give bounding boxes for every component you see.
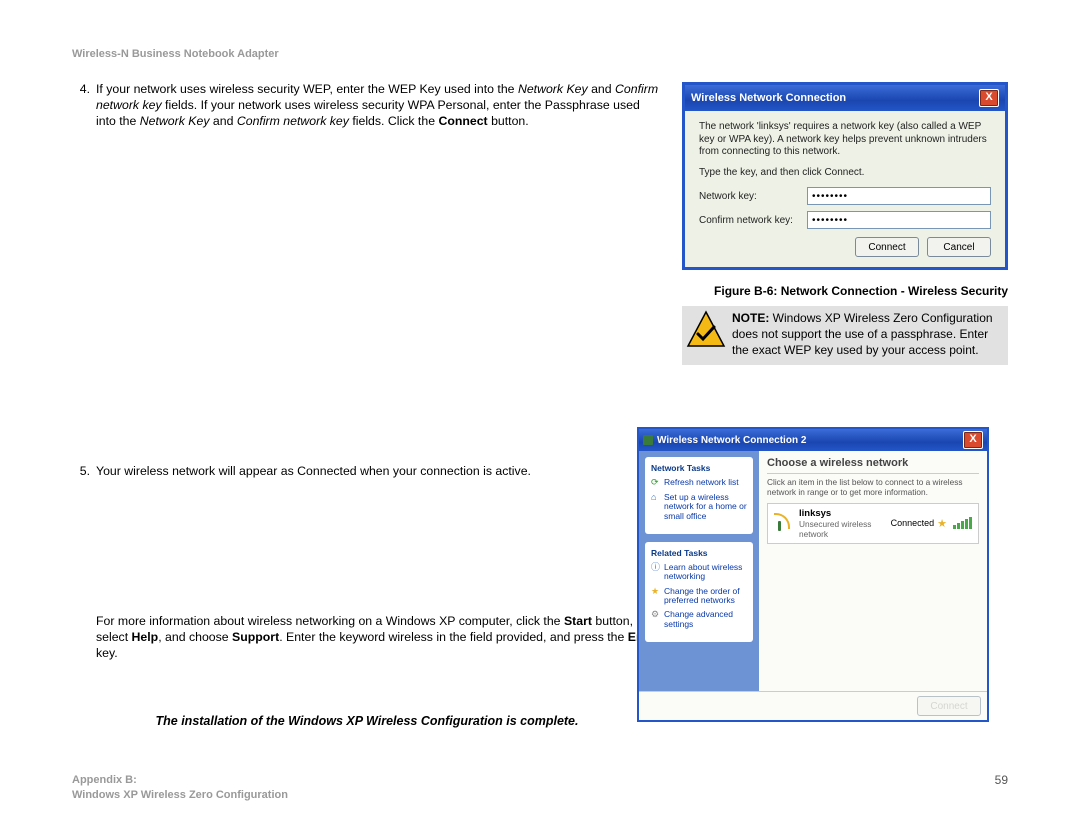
text: For more information about wireless netw…: [96, 614, 564, 628]
dialog-choose-network: Wireless Network Connection 2 X Network …: [637, 427, 989, 722]
text: and: [588, 82, 615, 96]
signal-bars-icon: [953, 517, 972, 529]
main-instruction: Click an item in the list below to conne…: [767, 478, 979, 498]
step-4: 4. If your network uses wireless securit…: [72, 82, 662, 130]
page-footer: Appendix B: Windows XP Wireless Zero Con…: [72, 773, 1008, 802]
connect-button[interactable]: Connect: [855, 237, 919, 257]
main-pane: Choose a wireless network Click an item …: [759, 451, 987, 691]
network-status: Connected ★: [891, 517, 972, 530]
text: . Enter the keyword wireless in the fiel…: [279, 630, 628, 644]
task-advanced[interactable]: ⚙Change advanced settings: [651, 610, 747, 629]
footer-section: Windows XP Wireless Zero Configuration: [72, 789, 288, 801]
task-label: Learn about wireless networking: [664, 563, 747, 582]
dialog-text: Type the key, and then click Connect.: [699, 167, 991, 180]
text: If your network uses wireless security W…: [96, 82, 518, 96]
step-4-num: 4.: [72, 82, 96, 130]
figure-caption: Figure B-6: Network Connection - Wireles…: [682, 284, 1008, 298]
dialog-text: The network 'linksys' requires a network…: [699, 121, 991, 159]
network-subtext: Unsecured wireless network: [799, 519, 891, 539]
network-key-label: Network key:: [699, 191, 807, 202]
dialog-title: Wireless Network Connection: [691, 92, 846, 104]
task-label: Change advanced settings: [664, 610, 747, 629]
star-icon: ★: [651, 587, 661, 597]
step-5-num: 5.: [72, 464, 96, 480]
running-head: Wireless-N Business Notebook Adapter: [72, 48, 1008, 60]
network-name: linksys: [799, 508, 891, 519]
checkmark-warning-icon: [686, 310, 726, 350]
footer-appendix: Appendix B:: [72, 774, 137, 786]
cancel-button[interactable]: Cancel: [927, 237, 991, 257]
text: fields. Click the: [349, 114, 439, 128]
step-5-text: Your wireless network will appear as Con…: [96, 464, 531, 480]
text-bold: Support: [232, 630, 279, 644]
text-bold: Start: [564, 614, 592, 628]
task-label: Set up a wireless network for a home or …: [664, 493, 747, 521]
wireless-signal-icon: [774, 513, 794, 533]
right-column: Wireless Network Connection X The networ…: [682, 82, 1008, 365]
text-italic: Network Key: [140, 114, 210, 128]
dialog-titlebar: Wireless Network Connection 2 X: [639, 429, 987, 451]
text-italic: Network Key: [518, 82, 588, 96]
note-text: Windows XP Wireless Zero Configuration d…: [732, 311, 993, 357]
note-box: NOTE: Windows XP Wireless Zero Configura…: [682, 306, 1008, 365]
sidebar-heading-network-tasks: Network Tasks: [651, 463, 747, 473]
task-learn[interactable]: ⓘLearn about wireless networking: [651, 563, 747, 582]
network-key-input[interactable]: [807, 187, 991, 205]
close-icon[interactable]: X: [963, 431, 983, 449]
confirm-key-input[interactable]: [807, 211, 991, 229]
text: and: [209, 114, 236, 128]
left-column: 4. If your network uses wireless securit…: [72, 82, 682, 728]
more-info: For more information about wireless netw…: [72, 614, 662, 662]
star-icon: ★: [937, 517, 947, 530]
confirm-key-label: Confirm network key:: [699, 215, 807, 226]
status-text: Connected: [891, 518, 935, 528]
network-setup-icon: ⌂: [651, 493, 661, 503]
task-setup-network[interactable]: ⌂Set up a wireless network for a home or…: [651, 493, 747, 521]
text-italic: Confirm network key: [237, 114, 349, 128]
dialog-wireless-key: Wireless Network Connection X The networ…: [682, 82, 1008, 270]
sidebar: Network Tasks ⟳Refresh network list ⌂Set…: [639, 451, 759, 691]
text-bold: Connect: [438, 114, 487, 128]
task-change-order[interactable]: ★Change the order of preferred networks: [651, 587, 747, 606]
page-number: 59: [995, 773, 1008, 802]
network-list-item[interactable]: linksys Unsecured wireless network Conne…: [767, 503, 979, 544]
info-icon: ⓘ: [651, 563, 661, 573]
text: key.: [96, 646, 118, 660]
text: , and choose: [158, 630, 232, 644]
gear-icon: ⚙: [651, 610, 661, 620]
text-bold: Help: [132, 630, 159, 644]
dialog-titlebar: Wireless Network Connection X: [685, 85, 1005, 111]
text: button.: [488, 114, 529, 128]
dialog-title: Wireless Network Connection 2: [657, 435, 806, 446]
main-heading: Choose a wireless network: [767, 457, 979, 469]
refresh-icon: ⟳: [651, 478, 661, 488]
step-5: 5. Your wireless network will appear as …: [72, 464, 662, 480]
app-icon: [643, 435, 653, 445]
connect-button: Connect: [917, 696, 981, 716]
note-label: NOTE:: [732, 311, 769, 325]
install-complete: The installation of the Windows XP Wirel…: [72, 714, 662, 728]
task-label: Change the order of preferred networks: [664, 587, 747, 606]
task-label: Refresh network list: [664, 478, 739, 487]
close-icon[interactable]: X: [979, 89, 999, 107]
sidebar-heading-related-tasks: Related Tasks: [651, 548, 747, 558]
task-refresh[interactable]: ⟳Refresh network list: [651, 478, 747, 488]
